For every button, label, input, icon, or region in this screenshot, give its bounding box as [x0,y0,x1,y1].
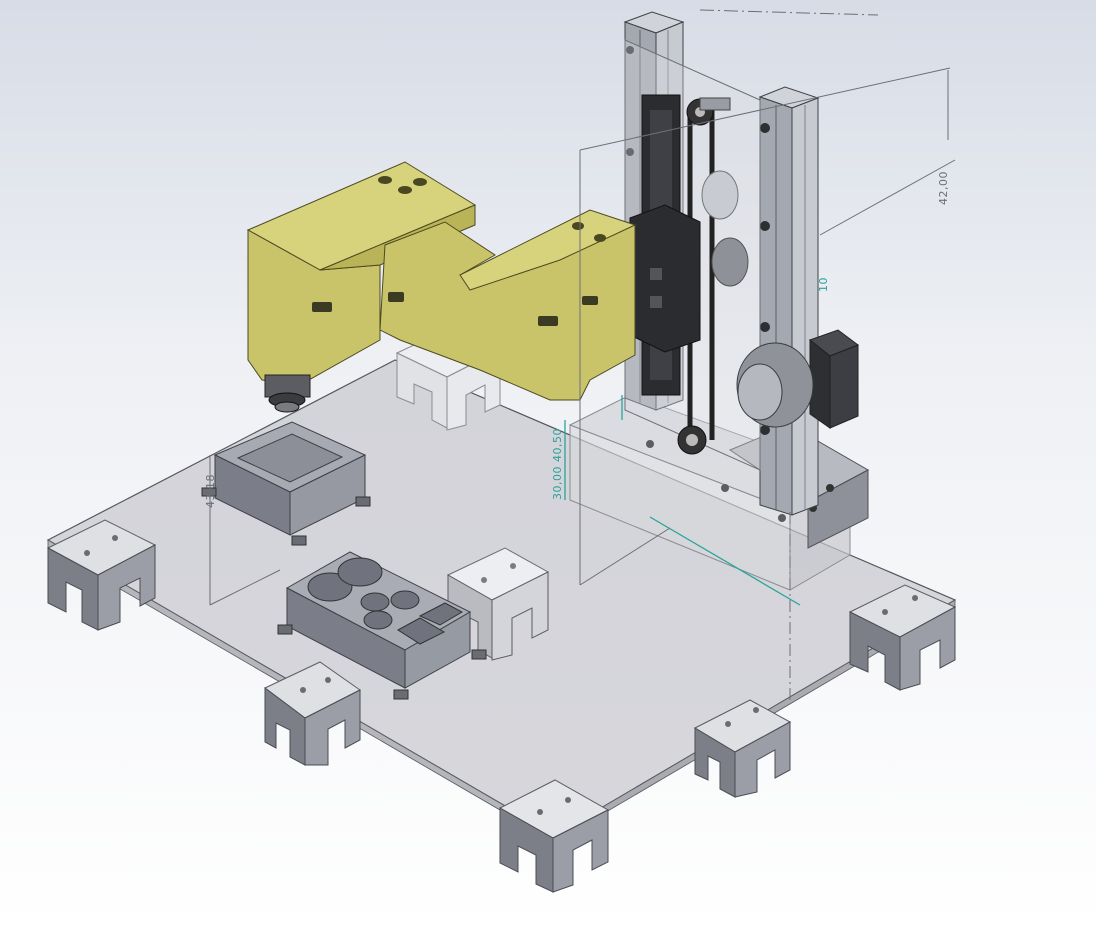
dimension-label-d1[interactable]: 42,00 [937,171,950,205]
slider-bracket[interactable] [629,204,701,353]
dimension-label-d2[interactable]: 43,18 [204,474,217,508]
assembly-drawing [46,9,957,893]
cad-viewport[interactable]: 42,00 43,18 30,00 40,50 10 [0,0,1096,932]
dimension-label-d3[interactable]: 30,00 40,50 [551,428,564,500]
scara-end-effector[interactable] [264,374,311,413]
dimension-label-d4[interactable]: 10 [817,277,830,292]
extrusion-front[interactable] [758,86,820,516]
